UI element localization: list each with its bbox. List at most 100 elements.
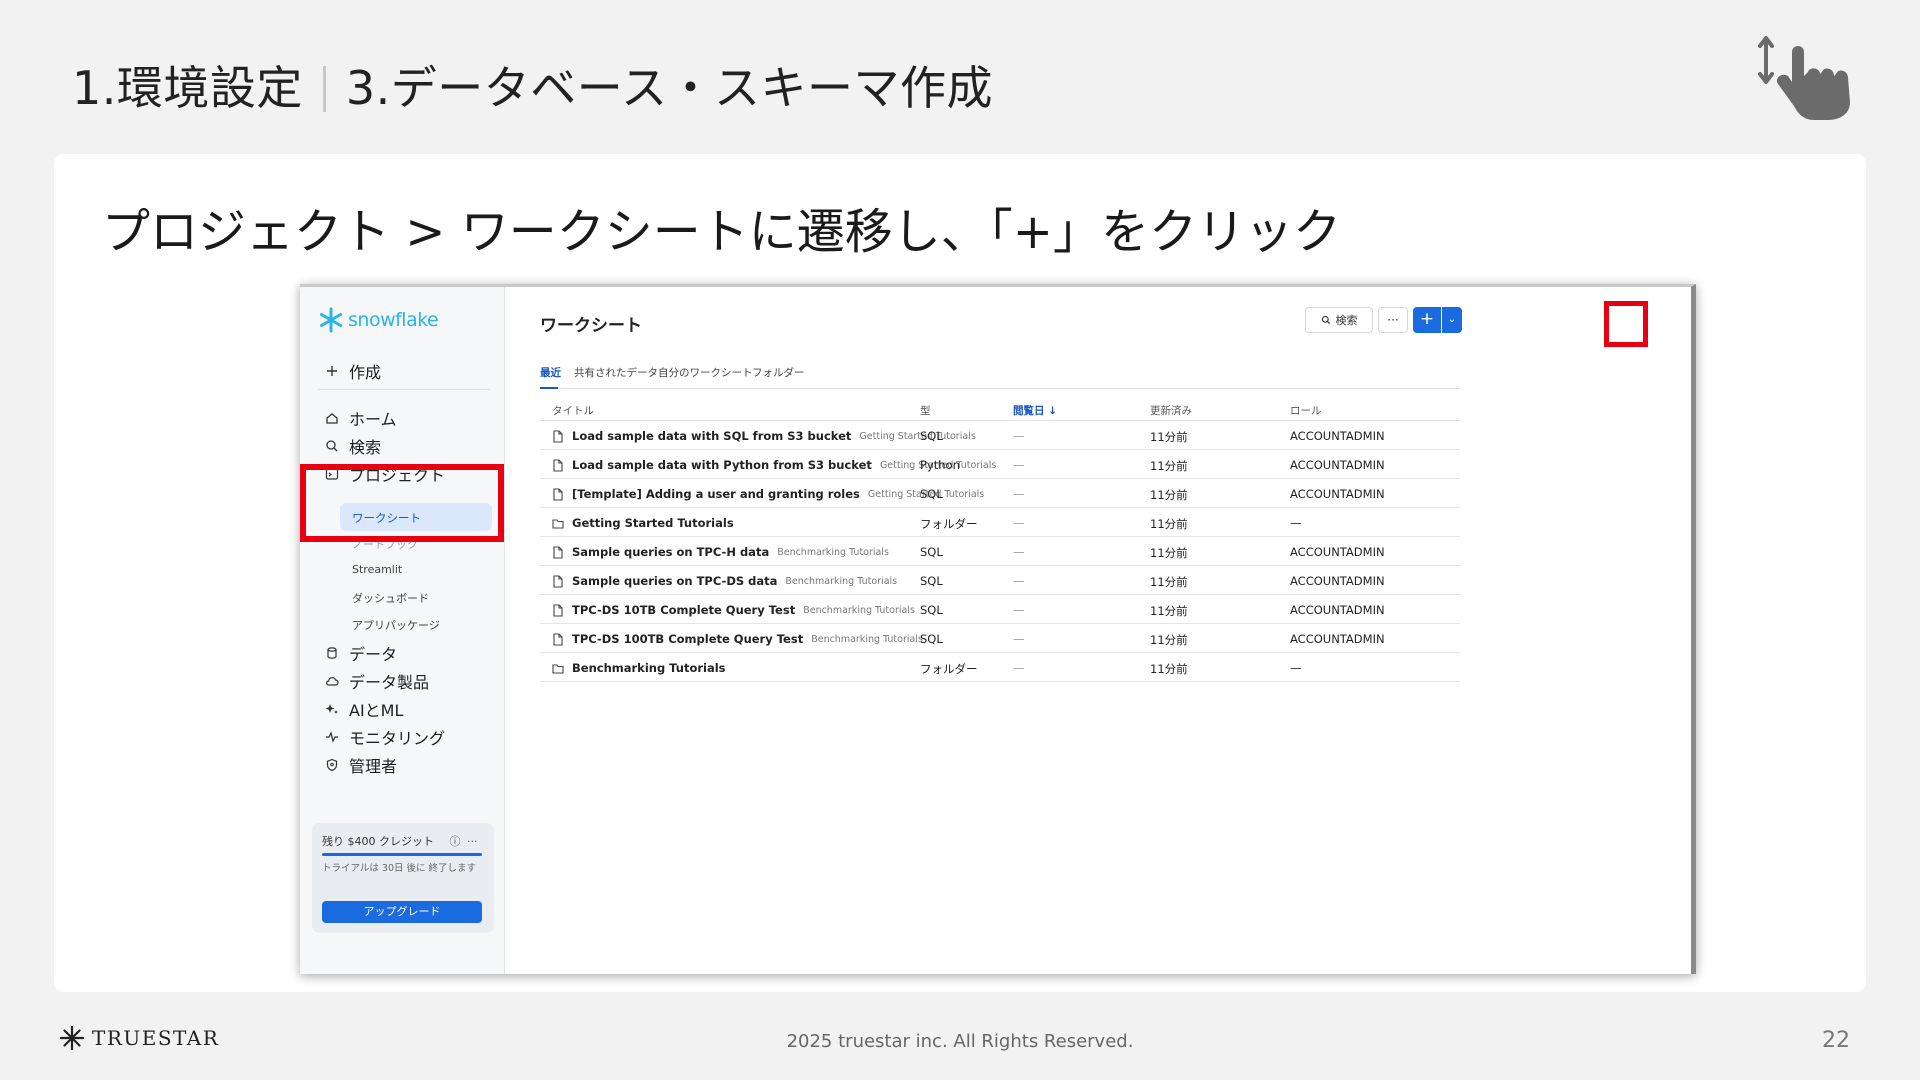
- cell-updated: 11分前: [1150, 488, 1188, 502]
- cell-viewed: —: [1013, 429, 1025, 443]
- add-worksheet-button[interactable]: +: [1413, 307, 1441, 333]
- sidebar-item-admin[interactable]: 管理者: [325, 755, 397, 776]
- column-header-updated[interactable]: 更新済み: [1150, 403, 1192, 418]
- table-header: タイトル 型 閲覧日 ↓ 更新済み ロール: [540, 395, 1460, 421]
- worksheet-name: Load sample data with Python from S3 buc…: [572, 458, 872, 472]
- more-icon[interactable]: ···: [467, 835, 478, 848]
- sidebar-item-search[interactable]: 検索: [325, 436, 382, 457]
- table-row[interactable]: Load sample data with Python from S3 buc…: [540, 450, 1460, 479]
- cell-type: フォルダー: [920, 517, 978, 531]
- cell-title: TPC-DS 10TB Complete Query Test Benchmark…: [552, 603, 915, 617]
- tab-folders[interactable]: フォルダー: [752, 365, 805, 380]
- sidebar-subitem-app-packages[interactable]: アプリパッケージ: [352, 617, 440, 633]
- cell-updated: 11分前: [1150, 604, 1188, 618]
- table-row[interactable]: Sample queries on TPC-DS data Benchmarkin…: [540, 566, 1460, 595]
- plus-button-highlight-box: [1604, 301, 1648, 347]
- worksheet-name: Benchmarking Tutorials: [572, 661, 726, 675]
- file-icon: [553, 429, 563, 443]
- cell-role: ACCOUNTADMIN: [1290, 487, 1385, 501]
- chevron-down-icon: ⌄: [1447, 314, 1457, 325]
- cell-title: TPC-DS 100TB Complete Query Test Benchmar…: [552, 632, 923, 646]
- table-row[interactable]: [Template] Adding a user and granting ro…: [540, 479, 1460, 508]
- activity-icon: [326, 731, 338, 743]
- table-row[interactable]: Sample queries on TPC-H data Benchmarking…: [540, 537, 1460, 566]
- worksheet-folder: Benchmarking Tutorials: [811, 633, 923, 645]
- sidebar-item-label: AIとML: [349, 701, 404, 720]
- credit-title: 残り $400 クレジット ⓘ ···: [322, 833, 478, 849]
- sidebar-item-label: データ製品: [349, 673, 430, 692]
- worksheet-name: TPC-DS 100TB Complete Query Test: [572, 632, 804, 646]
- worksheet-name: Sample queries on TPC-DS data: [572, 574, 778, 588]
- more-options-button[interactable]: ···: [1378, 307, 1408, 333]
- cell-title: Sample queries on TPC-H data Benchmarking…: [552, 545, 889, 559]
- worksheet-tabs: 最近 共有されたデータ 自分のワークシート フォルダー: [540, 365, 1460, 389]
- tab-recent[interactable]: 最近: [540, 365, 561, 380]
- file-icon: [553, 574, 563, 588]
- add-dropdown-button[interactable]: ⌄: [1442, 307, 1462, 333]
- file-icon: [553, 458, 563, 472]
- upgrade-button[interactable]: アップグレード: [322, 901, 482, 923]
- cell-title: Getting Started Tutorials: [552, 516, 742, 530]
- cell-viewed: —: [1013, 487, 1025, 501]
- sidebar-item-label: 検索: [349, 438, 382, 457]
- cell-type: フォルダー: [920, 662, 978, 676]
- search-button-label: 検索: [1335, 314, 1358, 327]
- table-row[interactable]: Load sample data with SQL from S3 bucket…: [540, 421, 1460, 450]
- search-icon: [326, 440, 338, 452]
- home-icon: [326, 413, 338, 424]
- worksheet-folder: Benchmarking Tutorials: [785, 575, 898, 587]
- search-button[interactable]: 検索: [1305, 307, 1373, 333]
- worksheet-name: Load sample data with SQL from S3 bucket: [572, 429, 852, 443]
- cloud-icon: [326, 677, 339, 686]
- cell-updated: 11分前: [1150, 662, 1188, 676]
- sidebar-item-data[interactable]: データ: [325, 643, 397, 664]
- sidebar-item-ai-ml[interactable]: AIとML: [325, 699, 404, 720]
- arrow-down-icon: ↓: [1048, 405, 1057, 417]
- tab-my-worksheets[interactable]: 自分のワークシート: [658, 365, 753, 380]
- sidebar-item-label: ホーム: [349, 410, 397, 429]
- table-row[interactable]: Benchmarking Tutorials フォルダー — 11分前 —: [540, 653, 1460, 682]
- trial-credit-panel: 残り $400 クレジット ⓘ ··· トライアルは 30日 後に 終了します …: [312, 823, 494, 933]
- cell-role: ACCOUNTADMIN: [1290, 603, 1385, 617]
- table-row[interactable]: TPC-DS 100TB Complete Query Test Benchmar…: [540, 624, 1460, 653]
- cell-role: ACCOUNTADMIN: [1290, 458, 1385, 472]
- active-tab-indicator: [540, 387, 558, 389]
- info-icon[interactable]: ⓘ: [450, 835, 461, 848]
- cell-type: SQL: [920, 545, 943, 559]
- worksheet-name: Sample queries on TPC-H data: [572, 545, 770, 559]
- credit-label: 残り $400 クレジット: [322, 835, 434, 848]
- column-header-role[interactable]: ロール: [1290, 403, 1322, 418]
- tab-shared[interactable]: 共有されたデータ: [574, 365, 658, 380]
- snowflake-logo[interactable]: snowflake: [318, 307, 439, 333]
- cell-viewed: —: [1013, 661, 1025, 675]
- main-panel: ワークシート 検索 ··· + ⌄ 最近 共有されたデータ 自分のワークシート …: [505, 287, 1691, 974]
- worksheet-folder: Getting Started Tutorials: [859, 430, 976, 442]
- cell-updated: 11分前: [1150, 546, 1188, 560]
- sidebar-item-data-products[interactable]: データ製品: [325, 671, 430, 692]
- shield-icon: [326, 758, 338, 772]
- column-header-type[interactable]: 型: [920, 403, 931, 418]
- column-header-viewed[interactable]: 閲覧日 ↓: [1013, 403, 1057, 418]
- cell-updated: 11分前: [1150, 575, 1188, 589]
- file-icon: [553, 545, 563, 559]
- cell-updated: 11分前: [1150, 459, 1188, 473]
- cell-title: Load sample data with SQL from S3 bucket…: [552, 429, 976, 443]
- cell-updated: 11分前: [1150, 430, 1188, 444]
- cell-viewed: —: [1013, 632, 1025, 646]
- sidebar: snowflake 作成 ホーム 検索 プロジェクト ワークシート ノートブック…: [300, 287, 505, 974]
- table-row[interactable]: Getting Started Tutorials フォルダー — 11分前 —: [540, 508, 1460, 537]
- sidebar-subitem-streamlit[interactable]: Streamlit: [352, 563, 402, 576]
- file-icon: [553, 603, 563, 617]
- cell-type: SQL: [920, 574, 943, 588]
- sidebar-subitem-dashboards[interactable]: ダッシュボード: [352, 590, 429, 606]
- slide-title-step: 3.データベース・スキーマ作成: [345, 61, 993, 115]
- cell-updated: 11分前: [1150, 517, 1188, 531]
- cell-viewed: —: [1013, 516, 1025, 530]
- sidebar-item-monitoring[interactable]: モニタリング: [325, 727, 445, 748]
- sidebar-item-home[interactable]: ホーム: [325, 408, 397, 429]
- plus-icon: [327, 366, 337, 376]
- table-row[interactable]: TPC-DS 10TB Complete Query Test Benchmark…: [540, 595, 1460, 624]
- column-header-title[interactable]: タイトル: [552, 403, 594, 418]
- cell-role: ACCOUNTADMIN: [1290, 574, 1385, 588]
- sidebar-item-create[interactable]: 作成: [325, 361, 381, 382]
